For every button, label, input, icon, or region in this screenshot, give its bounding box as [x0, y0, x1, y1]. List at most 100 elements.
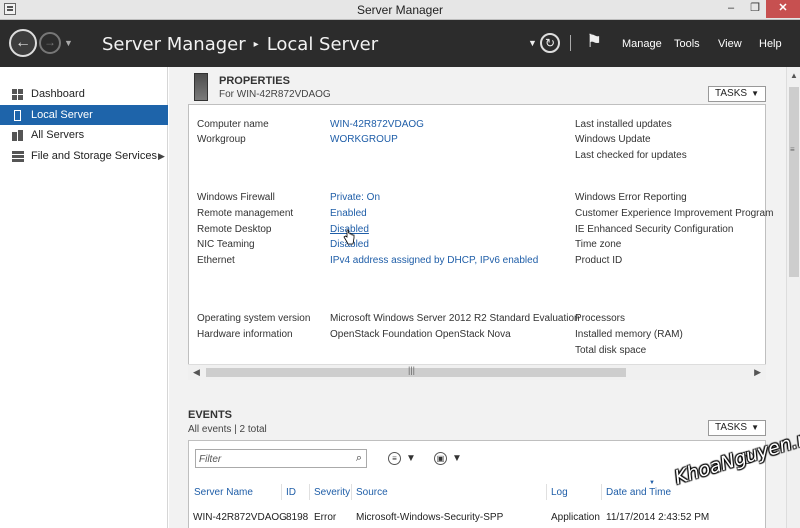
- column-divider: [309, 484, 310, 500]
- refresh-dropdown-icon[interactable]: ▼: [528, 38, 537, 48]
- column-divider: [351, 484, 352, 500]
- storage-icon: [12, 151, 24, 162]
- sort-indicator-icon: ▼: [649, 480, 655, 486]
- cell-log: Application: [551, 512, 600, 523]
- events-title: EVENTS: [188, 409, 233, 421]
- prop-key: Computer name: [197, 119, 269, 130]
- refresh-icon[interactable]: ↻: [540, 33, 560, 53]
- hand-cursor-icon: [343, 229, 355, 245]
- all-servers-icon: [12, 130, 24, 141]
- tasks-label: TASKS: [715, 422, 748, 433]
- window-title: Server Manager: [356, 3, 444, 17]
- sidebar-item-local-server[interactable]: Local Server: [0, 105, 168, 125]
- sidebar-item-file-storage[interactable]: File and Storage Services ▶: [0, 146, 168, 166]
- prop-key: Product ID: [575, 255, 623, 266]
- dropdown-arrow-icon: ▼: [751, 89, 759, 98]
- menu-help[interactable]: Help: [759, 38, 782, 50]
- list-icon: ≡: [388, 452, 401, 465]
- firewall-link[interactable]: Private: On: [330, 192, 380, 203]
- filter-input[interactable]: [199, 452, 347, 466]
- breadcrumb-current: Local Server: [266, 34, 379, 55]
- os-version-value: Microsoft Windows Server 2012 R2 Standar…: [330, 313, 580, 324]
- vertical-scrollbar[interactable]: ▲ ≡: [786, 67, 800, 528]
- column-header-server-name[interactable]: Server Name: [194, 487, 253, 498]
- dashboard-icon: [12, 89, 24, 100]
- ethernet-link[interactable]: IPv4 address assigned by DHCP, IPv6 enab…: [330, 255, 538, 266]
- dropdown-arrow-icon: ▼: [452, 453, 462, 464]
- horizontal-scrollbar[interactable]: ◀ ||| ▶: [188, 364, 766, 380]
- column-header-log[interactable]: Log: [551, 487, 568, 498]
- prop-key: Last checked for updates: [575, 150, 687, 161]
- breadcrumb: Server Manager ▸ Local Server: [102, 34, 378, 55]
- computer-name-link[interactable]: WIN-42R872VDAOG: [330, 119, 424, 130]
- scrollbar-thumb[interactable]: [206, 368, 626, 377]
- prop-key: Processors: [575, 313, 626, 324]
- prop-key: Windows Update: [575, 134, 651, 145]
- minimize-button[interactable]: –: [718, 0, 744, 18]
- properties-subtitle: For WIN-42R872VDAOG: [219, 89, 331, 100]
- prop-key: NIC Teaming: [197, 239, 255, 250]
- prop-key: Remote Desktop: [197, 224, 272, 235]
- cell-source: Microsoft-Windows-Security-SPP: [356, 512, 504, 523]
- menu-manage[interactable]: Manage: [622, 38, 662, 50]
- scrollbar-thumb[interactable]: [789, 87, 799, 277]
- sidebar-item-all-servers[interactable]: All Servers: [0, 125, 168, 145]
- close-button[interactable]: ✕: [766, 0, 800, 18]
- column-header-date-time[interactable]: Date and Time: [606, 487, 671, 498]
- column-header-severity[interactable]: Severity: [314, 487, 350, 498]
- prop-key: Ethernet: [197, 255, 235, 266]
- prop-key: Operating system version: [197, 313, 311, 324]
- save-criteria-icon: ▣: [434, 452, 447, 465]
- cell-severity: Error: [314, 512, 337, 523]
- scrollbar-grip-icon: |||: [408, 365, 416, 375]
- sidebar-item-label: File and Storage Services: [31, 150, 157, 162]
- properties-tasks-button[interactable]: TASKS ▼: [708, 86, 766, 102]
- column-divider: [601, 484, 602, 500]
- events-tasks-button[interactable]: TASKS ▼: [708, 420, 766, 436]
- breadcrumb-separator-icon: ▸: [253, 39, 259, 50]
- scrollbar-grip-icon: ≡: [790, 145, 795, 154]
- column-divider: [546, 484, 547, 500]
- prop-key: Windows Error Reporting: [575, 192, 687, 203]
- local-server-icon: [14, 110, 21, 121]
- column-header-id[interactable]: ID: [286, 487, 296, 498]
- events-subtitle: All events | 2 total: [188, 424, 267, 435]
- prop-key: Remote management: [197, 208, 294, 219]
- dropdown-arrow-icon: ▼: [406, 453, 416, 464]
- remote-management-link[interactable]: Enabled: [330, 208, 367, 219]
- column-header-source[interactable]: Source: [356, 487, 388, 498]
- search-icon[interactable]: ⌕: [356, 452, 362, 465]
- sidebar: Dashboard Local Server All Servers File …: [0, 67, 168, 528]
- maximize-button[interactable]: ❐: [742, 0, 768, 18]
- scroll-up-icon[interactable]: ▲: [790, 71, 798, 80]
- list-options-button[interactable]: ≡ ▼: [388, 452, 416, 465]
- history-dropdown-icon[interactable]: ▼: [64, 38, 73, 48]
- sidebar-item-dashboard[interactable]: Dashboard: [0, 84, 168, 104]
- properties-title: PROPERTIES: [219, 75, 290, 87]
- header-divider: [570, 35, 571, 51]
- cell-id: 8198: [286, 512, 309, 523]
- menu-tools[interactable]: Tools: [674, 38, 700, 50]
- breadcrumb-root[interactable]: Server Manager: [102, 34, 246, 55]
- prop-key: Windows Firewall: [197, 192, 275, 203]
- notifications-flag-icon[interactable]: ⚑: [586, 31, 602, 52]
- prop-key: IE Enhanced Security Configuration: [575, 224, 734, 235]
- workgroup-link[interactable]: WORKGROUP: [330, 134, 398, 145]
- sidebar-item-label: All Servers: [31, 129, 85, 141]
- dropdown-arrow-icon: ▼: [751, 423, 759, 432]
- back-arrow-icon[interactable]: ←: [9, 29, 37, 57]
- cell-date-time: 11/17/2014 2:43:52 PM: [606, 512, 710, 523]
- prop-key: Workgroup: [197, 134, 246, 145]
- sidebar-item-label: Dashboard: [31, 88, 85, 100]
- expand-arrow-icon[interactable]: ▶: [158, 146, 165, 166]
- prop-key: Total disk space: [575, 345, 647, 356]
- forward-arrow-icon[interactable]: →: [39, 32, 61, 54]
- column-divider: [281, 484, 282, 500]
- scroll-left-icon[interactable]: ◀: [193, 367, 200, 378]
- filter-field[interactable]: ⌕: [195, 449, 367, 468]
- cell-server-name: WIN-42R872VDAOG: [193, 512, 287, 523]
- scroll-right-icon[interactable]: ▶: [754, 367, 761, 378]
- menu-view[interactable]: View: [718, 38, 742, 50]
- criteria-options-button[interactable]: ▣ ▼: [434, 452, 462, 465]
- prop-key: Installed memory (RAM): [575, 329, 683, 340]
